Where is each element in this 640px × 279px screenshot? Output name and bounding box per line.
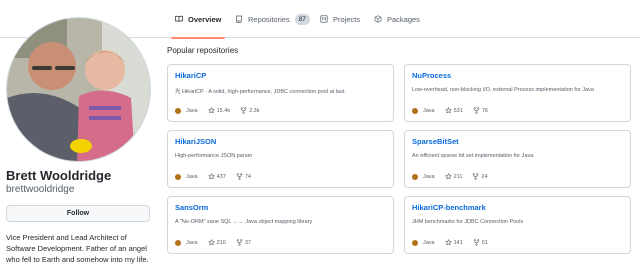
repo-language-label: Java (186, 107, 198, 114)
repo-stars[interactable]: 211 (445, 173, 463, 180)
language-color-dot (175, 239, 181, 246)
repo-card: HikariJSON High-performance JSON parser Ja… (167, 130, 394, 188)
tab-overview-label: Overview (188, 14, 222, 24)
star-icon (445, 173, 452, 180)
repo-stars[interactable]: 210 (208, 239, 226, 246)
repo-card: SansOrm A "No-ORM" sane SQL ←→ Java objec… (167, 196, 394, 254)
repo-forks[interactable]: 74 (236, 173, 251, 180)
follow-button[interactable]: Follow (6, 205, 150, 222)
project-icon (320, 15, 328, 23)
repo-stars[interactable]: 531 (445, 107, 463, 114)
fork-icon (236, 173, 243, 180)
repo-forks-count: 37 (244, 239, 251, 246)
repo-meta: Java 141 51 (412, 239, 498, 246)
repo-card: HikariCP-benchmark JHM benchmarks for JDB… (404, 196, 631, 254)
repo-name-link[interactable]: SansOrm (175, 203, 386, 212)
repo-description: JHM benchmarks for JDBC Connection Pools (412, 219, 524, 225)
fork-icon (236, 239, 243, 246)
fork-icon (473, 173, 479, 180)
repo-stars-count: 210 (216, 239, 226, 246)
repo-language: Java (175, 239, 198, 246)
fork-icon (473, 239, 480, 246)
repo-meta: Java 437 74 (175, 173, 261, 180)
package-icon (374, 15, 382, 23)
repo-stars-count: 531 (453, 107, 463, 114)
language-color-dot (412, 107, 418, 114)
repo-description: Low-overhead, non-blocking I/O, external… (412, 87, 594, 93)
repo-language-label: Java (423, 173, 435, 180)
star-icon (445, 107, 452, 114)
repo-forks[interactable]: 24 (472, 173, 488, 180)
repo-stars[interactable]: 15.4k (208, 107, 230, 114)
repo-forks[interactable]: 76 (473, 107, 488, 114)
avatar-photo (7, 18, 150, 161)
repo-language: Java (412, 239, 435, 246)
repo-stars-count: 211 (453, 173, 463, 180)
profile-username: brettwooldridge (6, 184, 75, 195)
tab-overview[interactable]: Overview (170, 0, 226, 39)
tab-projects-label: Projects (333, 14, 361, 24)
repo-name-link[interactable]: NuProcess (412, 71, 623, 80)
language-color-dot (412, 173, 418, 180)
repo-language-label: Java (423, 107, 435, 114)
repo-name-link[interactable]: HikariCP (175, 71, 386, 80)
repo-language: Java (175, 107, 198, 114)
repo-name-link[interactable]: HikariJSON (175, 137, 386, 146)
repo-description: An efficient sparse bit set implementati… (412, 153, 534, 159)
tab-packages[interactable]: Packages (374, 0, 420, 38)
tab-repositories[interactable]: Repositories 87 (235, 0, 310, 38)
repo-meta: Java 15.4k 2.3k (175, 107, 270, 114)
language-color-dot (175, 173, 181, 180)
repo-forks-count: 2.3k (249, 107, 260, 114)
repo-card: SparseBitSet An efficient sparse bit set … (404, 130, 631, 188)
fork-icon (240, 107, 247, 114)
repo-stars-count: 141 (453, 239, 463, 246)
repo-language-label: Java (423, 239, 435, 246)
repo-description: A "No-ORM" sane SQL ←→ Java object mappi… (175, 219, 313, 225)
avatar[interactable] (6, 17, 151, 162)
language-color-dot (412, 239, 418, 246)
repo-description: 光 HikariCP · A solid, high-performance, … (175, 89, 346, 95)
repo-meta: Java 210 37 (175, 239, 261, 246)
fork-icon (473, 107, 480, 114)
repo-forks-count: 76 (481, 107, 488, 114)
star-icon (208, 107, 215, 114)
repo-forks-count: 74 (244, 173, 251, 180)
language-color-dot (175, 107, 181, 114)
repo-language: Java (412, 173, 435, 180)
repo-stars-count: 15.4k (216, 107, 231, 114)
repo-stars[interactable]: 141 (445, 239, 463, 246)
repo-card: HikariCP 光 HikariCP · A solid, high-perfo… (167, 64, 394, 122)
repo-forks[interactable]: 51 (473, 239, 488, 246)
repo-language-label: Java (186, 239, 198, 246)
tab-projects[interactable]: Projects (320, 0, 360, 38)
repo-stars[interactable]: 437 (208, 173, 226, 180)
star-icon (445, 239, 452, 246)
repo-name-link[interactable]: HikariCP-benchmark (412, 203, 623, 212)
repo-card: NuProcess Low-overhead, non-blocking I/O,… (404, 64, 631, 122)
repo-forks-count: 24 (481, 173, 488, 180)
repo-icon (236, 15, 242, 23)
repo-forks[interactable]: 37 (236, 239, 251, 246)
repo-stars-count: 437 (216, 173, 226, 180)
tab-repositories-label: Repositories (248, 14, 290, 24)
repo-meta: Java 531 76 (412, 107, 498, 114)
star-icon (208, 239, 215, 246)
repo-meta: Java 211 24 (412, 173, 498, 180)
repo-language-label: Java (186, 173, 198, 180)
star-icon (208, 173, 215, 180)
repo-description: High-performance JSON parser (175, 153, 253, 159)
repo-language: Java (412, 107, 435, 114)
book-icon (175, 15, 183, 22)
profile-name: Brett Wooldridge (6, 168, 112, 183)
repo-language: Java (175, 173, 198, 180)
repo-name-link[interactable]: SparseBitSet (412, 137, 623, 146)
tab-packages-label: Packages (387, 14, 420, 24)
profile-bio: Vice President and Lead Architect of Sof… (6, 233, 149, 264)
repo-forks[interactable]: 2.3k (240, 107, 260, 114)
repositories-count-badge: 87 (294, 13, 310, 25)
repo-forks-count: 51 (481, 239, 488, 246)
popular-repositories-heading: Popular repositories (167, 46, 239, 55)
